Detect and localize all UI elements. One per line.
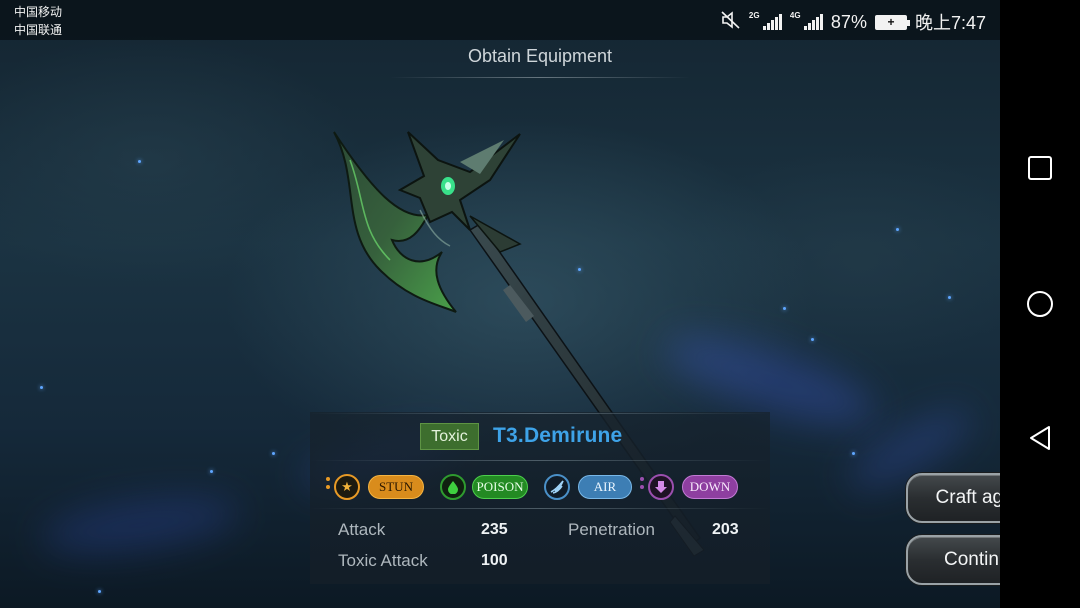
effect-dots [640, 477, 644, 497]
element-badge: Toxic [420, 423, 479, 450]
effect-tag-poison: POISON [472, 475, 528, 499]
stat-label-toxic-attack: Toxic Attack [338, 551, 428, 570]
panel-divider [310, 508, 770, 509]
status-indicators: 2G 4G 87% + 晚上7:47 [721, 9, 986, 35]
carrier-2-label: 中国联通 [14, 23, 63, 37]
stun-icon: ★ [334, 474, 360, 500]
panel-divider [310, 460, 770, 461]
status-bar: 中国移动 中国联通 2G 4G 87% + 晚上7:47 [0, 0, 1000, 40]
recents-square-icon[interactable] [1024, 152, 1056, 184]
signal-icon: 2G [748, 11, 782, 30]
particle [40, 386, 43, 389]
page-title: Obtain Equipment [467, 46, 613, 66]
effect-tag-stun: STUN [368, 475, 424, 499]
stat-value-attack: 235 [481, 521, 508, 538]
particle [852, 452, 855, 455]
mist-glow [37, 486, 243, 564]
navigation-bar [1000, 0, 1080, 608]
stat-value-penetration: 203 [712, 521, 739, 538]
particle [783, 307, 786, 310]
particle [948, 296, 951, 299]
air-wing-icon [544, 474, 570, 500]
particle [98, 590, 101, 593]
effect-tag-air: AIR [578, 475, 632, 499]
network-type-label: 4G [789, 11, 801, 20]
poison-drop-icon [440, 474, 466, 500]
particle [811, 338, 814, 341]
carrier-1-label: 中国移动 [14, 5, 63, 19]
battery-icon: + [874, 14, 910, 30]
down-arrow-icon [648, 474, 674, 500]
signal-icon: 4G [789, 11, 823, 30]
particle [210, 470, 213, 473]
effect-dots [326, 477, 330, 497]
particle [138, 160, 141, 163]
stat-label-penetration: Penetration [568, 520, 655, 539]
home-circle-icon[interactable] [1024, 288, 1056, 320]
battery-percent: 87% [830, 11, 867, 32]
mute-icon [721, 10, 741, 34]
stat-value-toxic-attack: 100 [481, 552, 508, 569]
clock: 晚上7:47 [914, 13, 986, 33]
back-triangle-icon[interactable] [1024, 422, 1056, 454]
title-divider [390, 77, 690, 78]
panel-divider [310, 413, 770, 414]
particle [272, 452, 275, 455]
effect-tag-down: DOWN [682, 475, 738, 499]
item-name: T3.Demirune [493, 424, 623, 447]
network-type-label: 2G [748, 11, 760, 20]
particle [896, 228, 899, 231]
stat-label-attack: Attack [338, 520, 386, 539]
